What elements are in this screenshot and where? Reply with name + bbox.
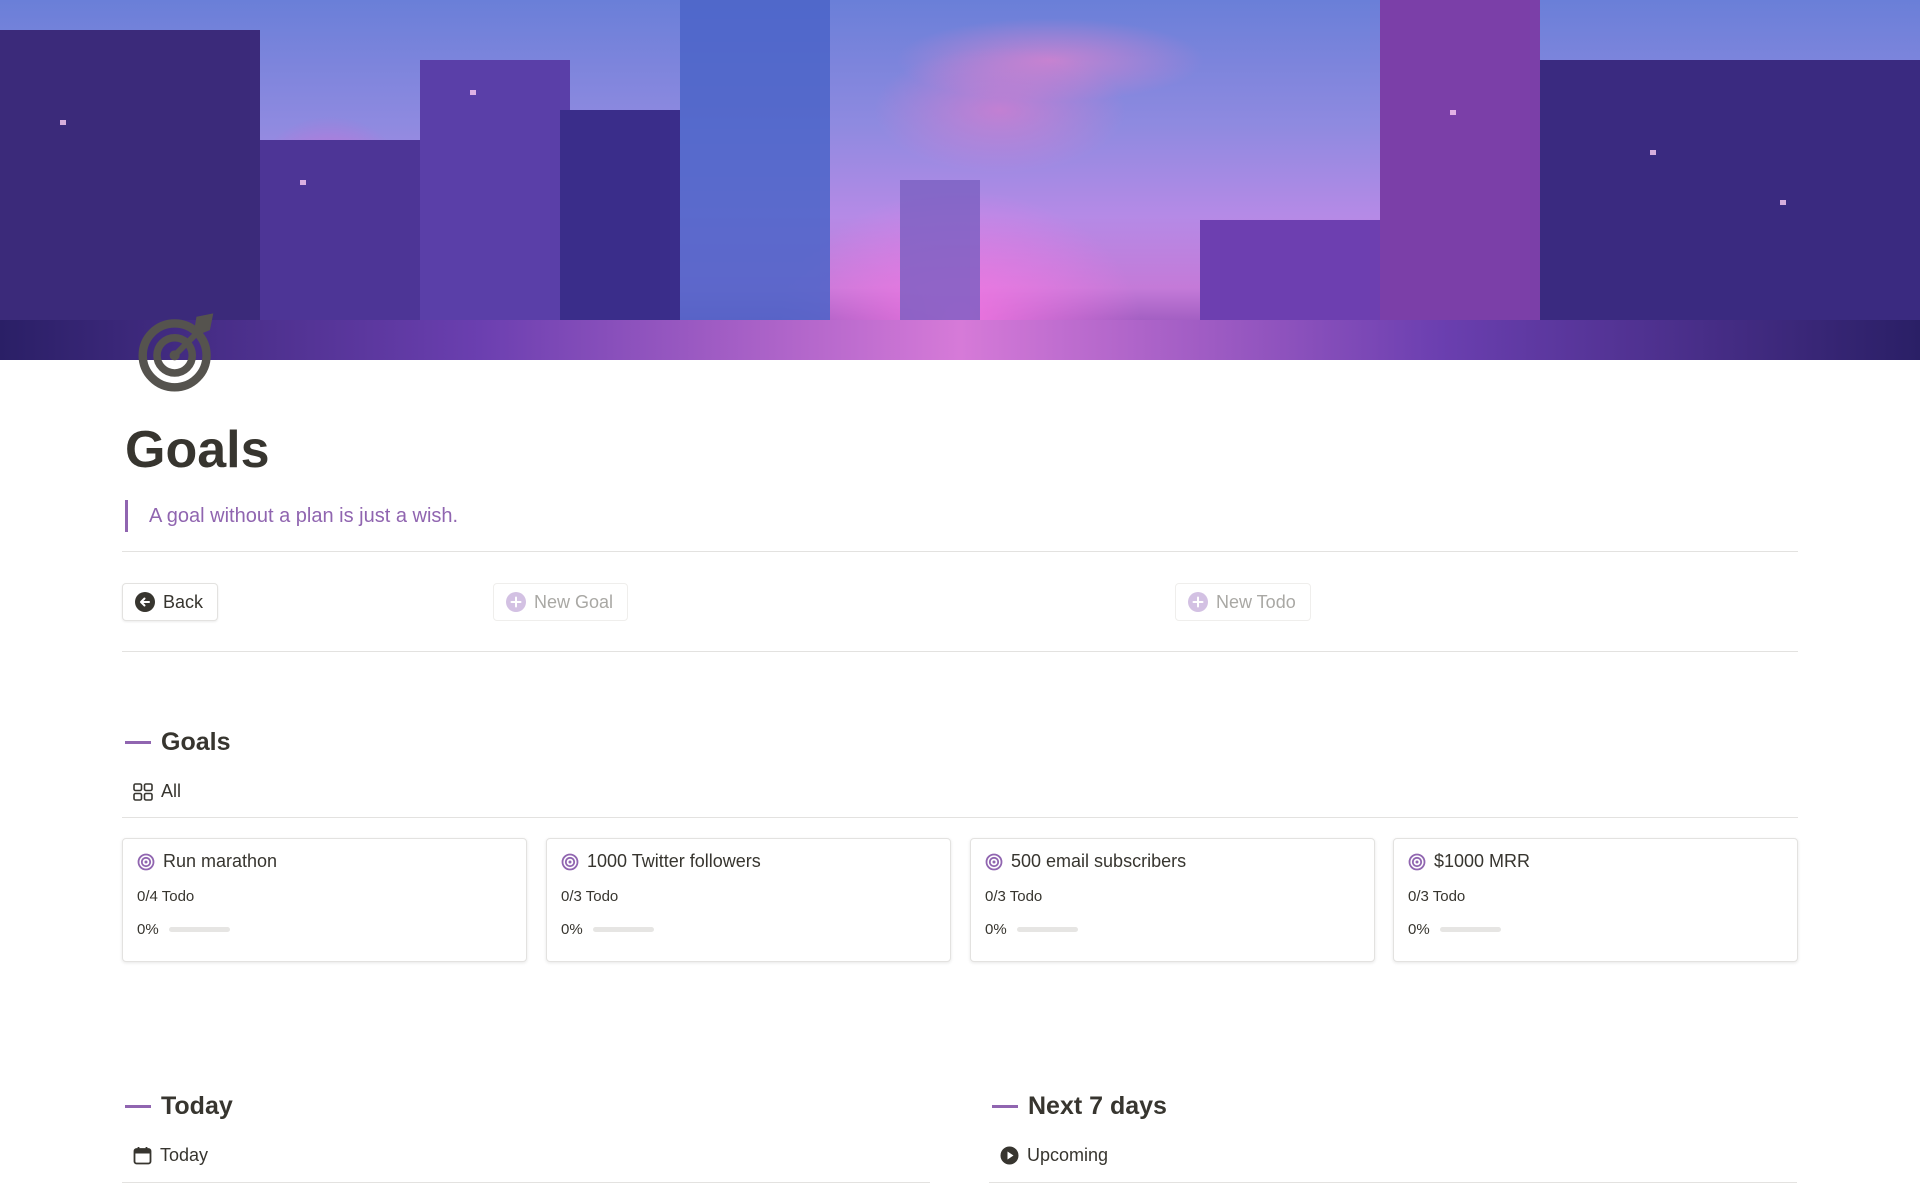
cover-image xyxy=(0,0,1920,360)
play-circle-icon xyxy=(1000,1146,1019,1165)
view-tab-today[interactable]: Today xyxy=(133,1145,208,1166)
next7-section-heading: Next 7 days xyxy=(992,1092,1167,1121)
plus-circle-icon xyxy=(1188,592,1208,612)
goal-card[interactable]: 500 email subscribers 0/3 Todo 0% xyxy=(970,838,1375,962)
goal-title: 1000 Twitter followers xyxy=(587,851,761,871)
cover-window xyxy=(300,180,306,185)
heading-dash xyxy=(992,1105,1018,1108)
next7-heading-text: Next 7 days xyxy=(1028,1092,1167,1120)
new-goal-button-label: New Goal xyxy=(534,591,614,612)
page-quote: A goal without a plan is just a wish. xyxy=(125,500,458,532)
new-todo-button-label: New Todo xyxy=(1216,591,1296,612)
cover-window xyxy=(60,120,66,125)
today-heading-text: Today xyxy=(161,1092,233,1120)
divider xyxy=(122,817,1798,818)
goal-title: Run marathon xyxy=(163,851,278,871)
progress-bar xyxy=(168,927,230,932)
goal-card-title: Run marathon xyxy=(137,851,277,872)
cover-building xyxy=(420,60,570,360)
divider xyxy=(989,1182,1797,1183)
new-todo-button[interactable]: New Todo xyxy=(1175,583,1311,621)
goal-progress: 0% xyxy=(985,921,1078,938)
new-goal-button[interactable]: New Goal xyxy=(493,583,629,621)
goal-card[interactable]: Run marathon 0/4 Todo 0% xyxy=(122,838,527,962)
cover-window xyxy=(1650,150,1656,155)
arrow-left-circle-icon xyxy=(135,592,155,612)
divider xyxy=(122,651,1798,652)
cover-window xyxy=(1450,110,1456,115)
divider xyxy=(122,551,1798,552)
goal-progress: 0% xyxy=(137,921,230,938)
cover-window xyxy=(1780,200,1786,205)
view-tab-all[interactable]: All xyxy=(133,781,181,802)
goal-progress-label: 0% xyxy=(137,921,159,938)
view-tab-label: All xyxy=(161,781,182,801)
back-button[interactable]: Back xyxy=(122,583,219,621)
goal-progress-label: 0% xyxy=(1408,921,1430,938)
today-section-heading: Today xyxy=(125,1092,233,1121)
goal-card[interactable]: $1000 MRR 0/3 Todo 0% xyxy=(1393,838,1798,962)
goal-title: 500 email subscribers xyxy=(1011,851,1187,871)
cover-window xyxy=(470,90,476,95)
goals-heading-text: Goals xyxy=(161,728,231,756)
plus-circle-icon xyxy=(506,592,526,612)
cover-building xyxy=(1540,60,1920,360)
progress-bar xyxy=(1439,927,1501,932)
target-icon xyxy=(137,853,155,870)
progress-bar xyxy=(592,927,654,932)
heading-dash xyxy=(125,741,151,744)
goal-progress-label: 0% xyxy=(561,921,583,938)
divider xyxy=(122,1182,930,1183)
goal-progress: 0% xyxy=(561,921,654,938)
cover-building xyxy=(1380,0,1540,360)
goal-todo-count: 0/4 Todo xyxy=(137,888,195,905)
goal-title: $1000 MRR xyxy=(1434,851,1531,871)
goal-card-title: 1000 Twitter followers xyxy=(561,851,761,872)
goal-card-title: $1000 MRR xyxy=(1408,851,1530,872)
target-icon xyxy=(561,853,579,870)
calendar-icon xyxy=(133,1147,152,1165)
target-icon xyxy=(1408,853,1426,870)
cover-street xyxy=(0,320,1920,360)
goal-progress-label: 0% xyxy=(985,921,1007,938)
progress-bar xyxy=(1016,927,1078,932)
page-title: Goals xyxy=(125,421,270,479)
heading-dash xyxy=(125,1105,151,1108)
cover-building xyxy=(680,0,830,360)
view-tab-label: Today xyxy=(160,1145,209,1165)
view-tab-upcoming[interactable]: Upcoming xyxy=(1000,1145,1108,1166)
goal-progress: 0% xyxy=(1408,921,1501,938)
goal-card[interactable]: 1000 Twitter followers 0/3 Todo 0% xyxy=(546,838,951,962)
goal-todo-count: 0/3 Todo xyxy=(561,888,619,905)
goal-todo-count: 0/3 Todo xyxy=(985,888,1043,905)
goal-card-title: 500 email subscribers xyxy=(985,851,1186,872)
goals-section-heading: Goals xyxy=(125,728,230,757)
target-icon[interactable] xyxy=(136,310,220,394)
target-icon xyxy=(985,853,1003,870)
view-tab-label: Upcoming xyxy=(1027,1145,1109,1165)
back-button-label: Back xyxy=(163,591,204,612)
goal-todo-count: 0/3 Todo xyxy=(1408,888,1466,905)
cover-building xyxy=(0,30,260,360)
gallery-grid-icon xyxy=(133,782,153,801)
